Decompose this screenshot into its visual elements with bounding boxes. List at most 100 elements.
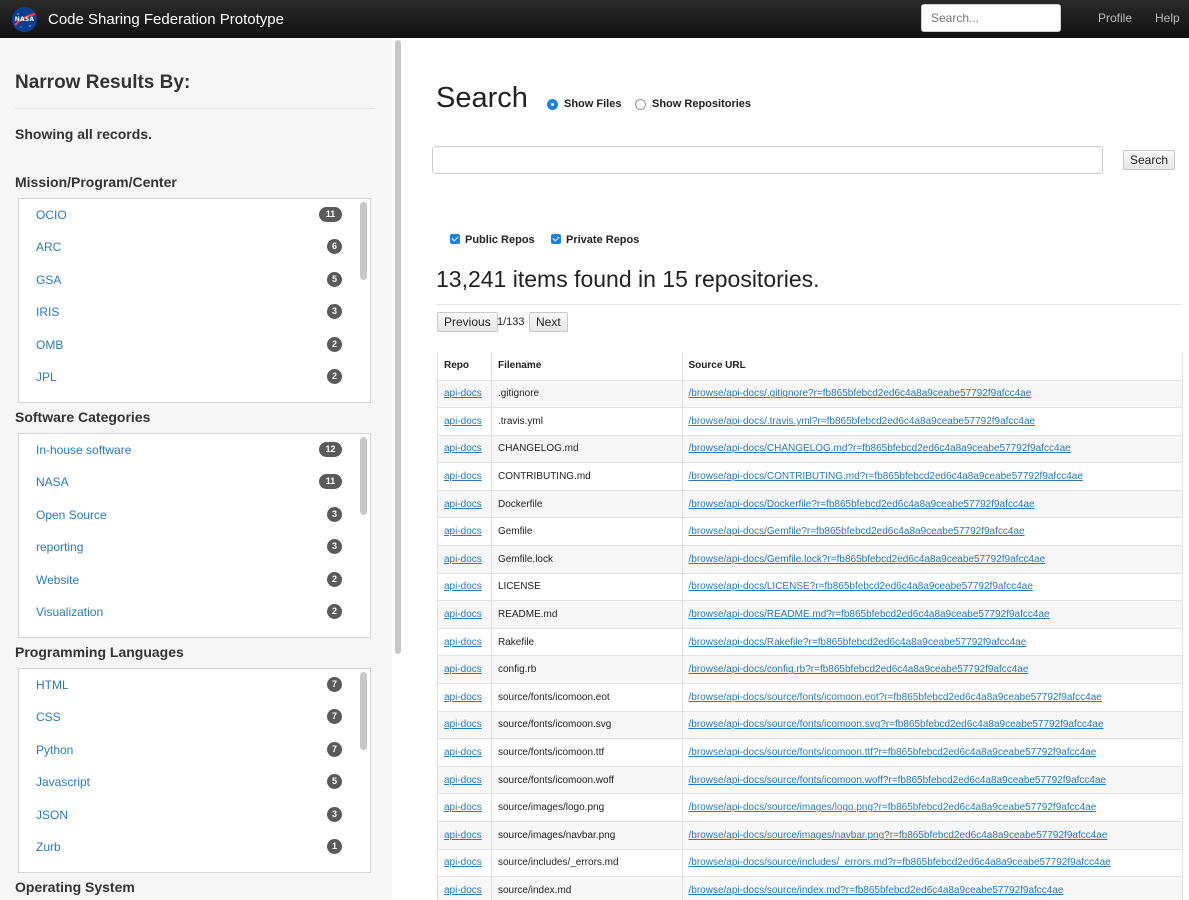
repo-cell[interactable]: api-docs: [437, 434, 492, 464]
source-url-link[interactable]: /browse/api-docs/source/includes/_errors…: [689, 857, 1111, 868]
facet-list-categories[interactable]: In-house software 12 NASA 11 Open Source 3 …: [18, 433, 371, 638]
repo-cell[interactable]: api-docs: [437, 545, 492, 574]
nasa-logo[interactable]: NASA: [12, 6, 37, 32]
facet-item[interactable]: OMB 2: [36, 335, 342, 355]
source-url-link[interactable]: /browse/api-docs/source/fonts/icomoon.tt…: [689, 747, 1097, 758]
facet-item-label[interactable]: Website: [36, 573, 79, 587]
source-url-link[interactable]: /browse/api-docs/LICENSE?r=fb865bfebcd2e…: [689, 581, 1033, 592]
source-url-link[interactable]: /browse/api-docs/README.md?r=fb865bfebcd…: [689, 609, 1050, 620]
repo-cell[interactable]: api-docs: [437, 793, 492, 822]
repo-link[interactable]: api-docs: [444, 416, 482, 427]
repo-link[interactable]: api-docs: [444, 719, 482, 730]
facet-item[interactable]: ARC 6: [36, 237, 342, 257]
facet-item[interactable]: NASA 11: [36, 472, 342, 492]
repo-link[interactable]: api-docs: [444, 664, 482, 675]
source-url-cell[interactable]: /browse/api-docs/source/fonts/icomoon.wo…: [681, 765, 1183, 795]
source-url-link[interactable]: /browse/api-docs/source/fonts/icomoon.sv…: [689, 719, 1104, 730]
repo-cell[interactable]: api-docs: [437, 821, 492, 850]
source-url-cell[interactable]: /browse/api-docs/source/includes/_errors…: [681, 848, 1183, 878]
source-url-cell[interactable]: /browse/api-docs/source/fonts/icomoon.sv…: [681, 710, 1183, 740]
next-button[interactable]: Next: [529, 312, 568, 332]
show-files-radio[interactable]: [547, 99, 558, 110]
public-repos-label[interactable]: Public Repos: [465, 234, 535, 246]
source-url-cell[interactable]: /browse/api-docs/LICENSE?r=fb865bfebcd2e…: [681, 572, 1183, 602]
repo-cell[interactable]: api-docs: [437, 683, 492, 712]
facet-item-label[interactable]: NASA: [36, 475, 69, 489]
repo-link[interactable]: api-docs: [444, 581, 482, 592]
repo-cell[interactable]: api-docs: [437, 627, 492, 657]
repo-cell[interactable]: api-docs: [437, 655, 492, 685]
source-url-link[interactable]: /browse/api-docs/Gemfile?r=fb865bfebcd2e…: [689, 526, 1025, 537]
repo-link[interactable]: api-docs: [444, 885, 482, 896]
facet-item-label[interactable]: reporting: [36, 540, 83, 554]
facet-item-label[interactable]: Python: [36, 743, 73, 757]
navbar-search-input[interactable]: [921, 4, 1061, 32]
source-url-cell[interactable]: /browse/api-docs/source/fonts/icomoon.tt…: [681, 738, 1183, 767]
repo-cell[interactable]: api-docs: [437, 738, 492, 767]
source-url-link[interactable]: /browse/api-docs/CONTRIBUTING.md?r=fb865…: [689, 471, 1083, 482]
repo-link[interactable]: api-docs: [444, 692, 482, 703]
facet-scrollbar[interactable]: [360, 672, 367, 750]
facet-item-label[interactable]: GSA: [36, 273, 61, 287]
facet-item-label[interactable]: Open Source: [36, 508, 107, 522]
show-files-label[interactable]: Show Files: [564, 98, 621, 110]
source-url-link[interactable]: /browse/api-docs/.travis.yml?r=fb865bfeb…: [689, 416, 1036, 427]
repo-link[interactable]: api-docs: [444, 388, 482, 399]
source-url-link[interactable]: /browse/api-docs/Gemfile.lock?r=fb865bfe…: [689, 554, 1046, 565]
source-url-cell[interactable]: /browse/api-docs/config.rb?r=fb865bfebcd…: [681, 655, 1183, 685]
source-url-link[interactable]: /browse/api-docs/source/fonts/icomoon.wo…: [689, 775, 1107, 786]
facet-item[interactable]: reporting 3: [36, 537, 342, 557]
facet-item[interactable]: OCIO 11: [36, 205, 342, 225]
source-url-cell[interactable]: /browse/api-docs/source/images/navbar.pn…: [681, 821, 1183, 850]
repo-link[interactable]: api-docs: [444, 775, 482, 786]
facet-item[interactable]: GSA 5: [36, 270, 342, 290]
repo-cell[interactable]: api-docs: [437, 600, 492, 629]
facet-item-label[interactable]: Javascript: [36, 775, 90, 789]
facet-item[interactable]: JPL 2: [36, 367, 342, 387]
repo-link[interactable]: api-docs: [444, 802, 482, 813]
previous-button[interactable]: Previous: [437, 312, 498, 332]
sidebar-scrollbar[interactable]: [395, 40, 401, 654]
source-url-cell[interactable]: /browse/api-docs/.gitignore?r=fb865bfebc…: [681, 379, 1183, 409]
facet-item-label[interactable]: JPL: [36, 370, 57, 384]
repo-link[interactable]: api-docs: [444, 443, 482, 454]
source-url-link[interactable]: /browse/api-docs/source/fonts/icomoon.eo…: [689, 692, 1102, 703]
facet-item[interactable]: Visualization 2: [36, 602, 342, 622]
repo-cell[interactable]: api-docs: [437, 876, 492, 900]
main-search-input[interactable]: [432, 146, 1103, 174]
source-url-link[interactable]: /browse/api-docs/source/images/navbar.pn…: [689, 830, 1108, 841]
facet-item[interactable]: CSS 7: [36, 707, 342, 727]
app-title[interactable]: Code Sharing Federation Prototype: [48, 11, 284, 28]
facet-item[interactable]: Javascript 5: [36, 772, 342, 792]
facet-item-label[interactable]: OCIO: [36, 208, 67, 222]
source-url-cell[interactable]: /browse/api-docs/CONTRIBUTING.md?r=fb865…: [681, 462, 1183, 491]
facet-item-label[interactable]: HTML: [36, 678, 69, 692]
facet-item[interactable]: In-house software 12: [36, 440, 342, 460]
facet-item-label[interactable]: IRIS: [36, 305, 59, 319]
facet-list-mission[interactable]: OCIO 11 ARC 6 GSA 5 IRIS 3 OMB 2 JPL 2: [18, 198, 371, 403]
facet-item[interactable]: Zurb 1: [36, 837, 342, 857]
facet-item-label[interactable]: In-house software: [36, 443, 131, 457]
source-url-link[interactable]: /browse/api-docs/CHANGELOG.md?r=fb865bfe…: [689, 443, 1071, 454]
repo-cell[interactable]: api-docs: [437, 462, 492, 491]
facet-item-label[interactable]: Visualization: [36, 605, 103, 619]
facet-item[interactable]: Python 7: [36, 740, 342, 760]
facet-item[interactable]: IRIS 3: [36, 302, 342, 322]
repo-cell[interactable]: api-docs: [437, 407, 492, 436]
repo-cell[interactable]: api-docs: [437, 489, 492, 519]
source-url-link[interactable]: /browse/api-docs/source/images/logo.png?…: [689, 802, 1097, 813]
repo-cell[interactable]: api-docs: [437, 379, 492, 409]
source-url-cell[interactable]: /browse/api-docs/README.md?r=fb865bfebcd…: [681, 600, 1183, 629]
help-link[interactable]: Help: [1155, 11, 1180, 25]
source-url-cell[interactable]: /browse/api-docs/Gemfile.lock?r=fb865bfe…: [681, 545, 1183, 574]
facet-item-label[interactable]: Zurb: [36, 840, 61, 854]
facet-list-languages[interactable]: HTML 7 CSS 7 Python 7 Javascript 5 JSON 3 Zur…: [18, 668, 371, 873]
private-repos-label[interactable]: Private Repos: [566, 234, 639, 246]
facet-item[interactable]: Website 2: [36, 570, 342, 590]
source-url-cell[interactable]: /browse/api-docs/source/fonts/icomoon.eo…: [681, 683, 1183, 712]
facet-item[interactable]: JSON 3: [36, 805, 342, 825]
source-url-cell[interactable]: /browse/api-docs/source/images/logo.png?…: [681, 793, 1183, 822]
repo-link[interactable]: api-docs: [444, 830, 482, 841]
repo-link[interactable]: api-docs: [444, 609, 482, 620]
facet-scrollbar[interactable]: [360, 202, 367, 280]
